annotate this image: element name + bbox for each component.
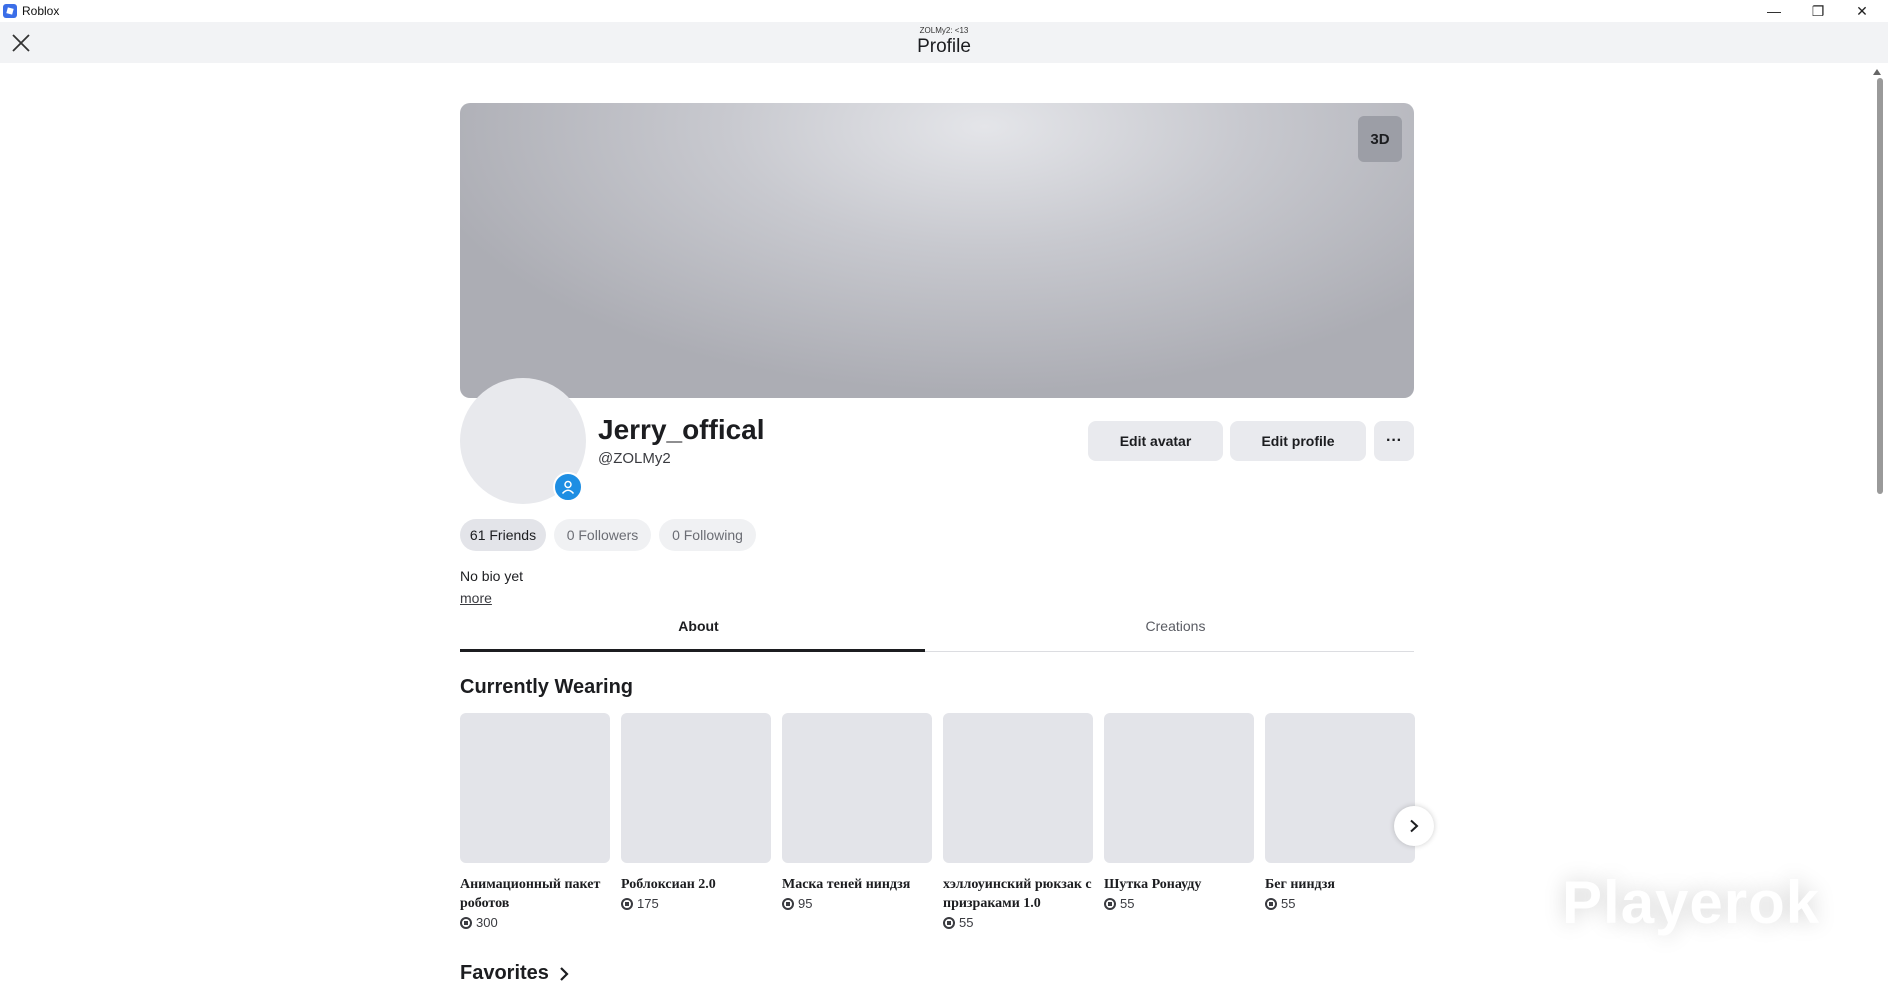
item-price: 95 [782, 896, 932, 911]
item-name[interactable]: Шутка Ронауду [1104, 875, 1254, 894]
currently-wearing-title: Currently Wearing [460, 676, 633, 698]
robux-icon [782, 897, 794, 910]
item-name[interactable]: хэллоуинский рюкзак с призраками 1.0 [943, 875, 1093, 913]
more-link[interactable]: more [460, 590, 492, 606]
item-price-value: 55 [959, 915, 974, 930]
item-price-value: 95 [798, 896, 813, 911]
display-name: Jerry_offical [598, 414, 765, 445]
username: @ZOLMy2 [598, 450, 671, 467]
scroll-up-arrow-icon[interactable] [1873, 69, 1881, 75]
robux-icon [621, 897, 633, 910]
item-price-value: 55 [1120, 896, 1135, 911]
minimize-button[interactable]: — [1752, 0, 1796, 22]
window-title: Roblox [22, 4, 60, 18]
edit-profile-button[interactable]: Edit profile [1230, 421, 1366, 461]
bio-text: No bio yet [460, 568, 524, 584]
robux-icon [1104, 897, 1116, 910]
favorites-title[interactable]: Favorites [460, 962, 571, 985]
roblox-logo-icon [3, 4, 17, 18]
more-options-button[interactable]: ··· [1374, 421, 1414, 461]
wearing-item[interactable]: Бег ниндзя 55 [1265, 713, 1415, 911]
item-name[interactable]: Анимационный пакет роботов [460, 875, 610, 913]
robux-icon [943, 916, 955, 929]
chevron-right-icon [1410, 819, 1419, 833]
item-price-value: 300 [476, 915, 498, 930]
watermark: Playerok [1562, 869, 1821, 936]
header-subtitle: ZOLMy2: <13 [919, 26, 969, 35]
item-name[interactable]: Роблоксиан 2.0 [621, 875, 771, 894]
window-close-button[interactable]: ✕ [1840, 0, 1884, 22]
item-thumbnail[interactable] [1104, 713, 1254, 863]
tab-about[interactable]: About [460, 610, 937, 650]
restore-button[interactable]: ❐ [1796, 0, 1840, 22]
page-title: Profile [917, 36, 971, 57]
robux-icon [460, 916, 472, 929]
item-thumbnail[interactable] [1265, 713, 1415, 863]
person-badge-icon [553, 472, 583, 502]
item-name[interactable]: Маска теней ниндзя [782, 875, 932, 894]
wearing-item[interactable]: Роблоксиан 2.0 175 [621, 713, 771, 911]
edit-avatar-button[interactable]: Edit avatar [1088, 421, 1223, 461]
wearing-item[interactable]: Анимационный пакет роботов 300 [460, 713, 610, 930]
window-titlebar: Roblox — ❐ ✕ [0, 0, 1888, 22]
item-price: 55 [943, 915, 1093, 930]
item-price-value: 55 [1281, 896, 1296, 911]
item-thumbnail[interactable] [460, 713, 610, 863]
view-3d-button[interactable]: 3D [1358, 116, 1402, 162]
item-price-value: 175 [637, 896, 659, 911]
item-price: 55 [1265, 896, 1415, 911]
wearing-item[interactable]: Шутка Ронауду 55 [1104, 713, 1254, 911]
wearing-item[interactable]: хэллоуинский рюкзак с призраками 1.0 55 [943, 713, 1093, 930]
friends-pill[interactable]: 61 Friends [460, 519, 546, 551]
carousel-next-button[interactable] [1394, 806, 1434, 846]
profile-banner [460, 103, 1414, 398]
item-price: 300 [460, 915, 610, 930]
robux-icon [1265, 897, 1277, 910]
wearing-item[interactable]: Маска теней ниндзя 95 [782, 713, 932, 911]
following-pill[interactable]: 0 Following [659, 519, 756, 551]
tab-creations[interactable]: Creations [937, 610, 1414, 650]
item-name[interactable]: Бег ниндзя [1265, 875, 1415, 894]
chevron-right-icon [560, 966, 569, 981]
item-price: 55 [1104, 896, 1254, 911]
item-thumbnail[interactable] [782, 713, 932, 863]
scrollbar-thumb[interactable] [1877, 78, 1883, 494]
tab-active-indicator [460, 649, 925, 652]
item-thumbnail[interactable] [943, 713, 1093, 863]
favorites-title-text: Favorites [460, 962, 549, 984]
followers-pill[interactable]: 0 Followers [554, 519, 651, 551]
item-thumbnail[interactable] [621, 713, 771, 863]
item-price: 175 [621, 896, 771, 911]
